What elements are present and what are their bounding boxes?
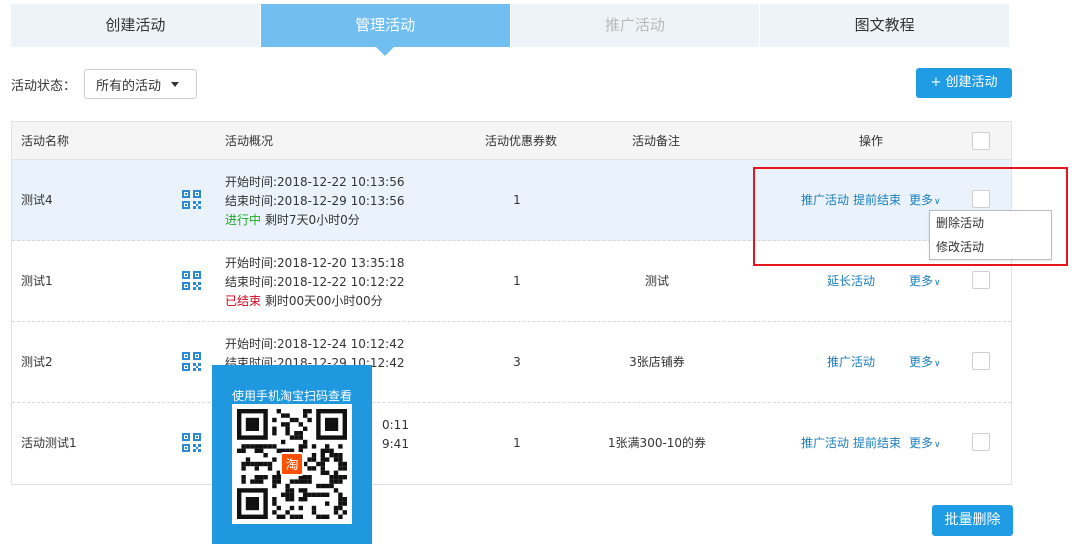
remaining-time: 剩时00天00小时00分 bbox=[264, 294, 383, 308]
create-activity-button[interactable]: + 创建活动 bbox=[916, 68, 1012, 98]
caret-down-icon bbox=[171, 81, 180, 87]
promote-activity-link[interactable]: 推广活动 bbox=[801, 160, 849, 241]
promote-activity-link[interactable]: 推广活动 bbox=[827, 322, 875, 403]
activity-remark: 1张满300-10的券 bbox=[607, 436, 707, 450]
status-select-value: 所有的活动 bbox=[96, 78, 162, 94]
activity-name: 测试1 bbox=[21, 274, 53, 288]
more-menu-toggle[interactable]: 更多∨ bbox=[909, 322, 941, 405]
header-remark: 活动备注 bbox=[632, 134, 681, 148]
activity-name: 测试2 bbox=[21, 355, 53, 369]
status-badge: 已结束 bbox=[225, 294, 262, 308]
status-filter: 活动状态： 所有的活动 bbox=[11, 69, 198, 99]
activity-summary: 0:11 9:41 bbox=[382, 416, 409, 454]
coupon-count: 1 bbox=[513, 193, 521, 207]
table-row: 测试2 开始时间:2018-12-24 10:12:42 结束时间:2018-1… bbox=[12, 322, 1011, 403]
row-checkbox[interactable] bbox=[972, 271, 990, 289]
start-time: 开始时间:2018-12-20 13:35:18 bbox=[225, 256, 405, 270]
row-checkbox[interactable] bbox=[972, 190, 990, 208]
promote-activity-link[interactable]: 推广活动 bbox=[801, 403, 849, 484]
qr-code-icon[interactable] bbox=[182, 433, 201, 452]
activity-remark: 3张店铺券 bbox=[629, 355, 685, 369]
activity-summary: 开始时间:2018-12-20 13:35:18 结束时间:2018-12-22… bbox=[225, 254, 405, 311]
header-name: 活动名称 bbox=[21, 134, 70, 148]
table-row: 测试4 开始时间:2018-12-22 10:13:56 结束时间:2018-1… bbox=[12, 160, 1011, 241]
header-count: 活动优惠券数 bbox=[485, 134, 558, 148]
qr-caption: 使用手机淘宝扫码查看 bbox=[231, 389, 352, 403]
header-ops: 操作 bbox=[859, 134, 884, 148]
qr-code-icon[interactable] bbox=[182, 352, 201, 371]
tab-create-activity[interactable]: 创建活动 bbox=[11, 4, 260, 47]
end-time: 结束时间:2018-12-29 10:13:56 bbox=[225, 194, 405, 208]
extend-activity-link[interactable]: 延长活动 bbox=[827, 241, 875, 322]
coupon-count: 1 bbox=[513, 436, 521, 450]
end-time: 结束时间:2018-12-22 10:12:22 bbox=[225, 275, 405, 289]
qr-code-popup: 使用手机淘宝扫码查看 淘 bbox=[212, 365, 372, 544]
qr-code-image: 淘 bbox=[232, 404, 352, 524]
more-dropdown-menu: 删除活动 修改活动 bbox=[929, 210, 1052, 260]
activity-name: 活动测试1 bbox=[21, 436, 77, 450]
more-label: 更多 bbox=[909, 193, 934, 207]
activity-name: 测试4 bbox=[21, 193, 53, 207]
table-row: 测试1 开始时间:2018-12-20 13:35:18 结束时间:2018-1… bbox=[12, 241, 1011, 322]
status-select[interactable]: 所有的活动 bbox=[84, 69, 198, 99]
delete-activity-menu-item[interactable]: 删除活动 bbox=[930, 211, 1051, 235]
table-row: 活动测试1 0:11 9:41 1 1张满300-10的券 推广活动 提前结束 … bbox=[12, 403, 1011, 484]
select-all-checkbox[interactable] bbox=[972, 132, 990, 150]
tab-promote-activity[interactable]: 推广活动 bbox=[510, 4, 760, 47]
remaining-time: 剩时7天0小时0分 bbox=[264, 213, 360, 227]
chevron-down-icon: ∨ bbox=[934, 440, 941, 450]
more-label: 更多 bbox=[909, 274, 934, 288]
coupon-count: 3 bbox=[513, 355, 521, 369]
batch-delete-button[interactable]: 批量删除 bbox=[932, 505, 1013, 536]
end-early-link[interactable]: 提前结束 bbox=[853, 403, 901, 484]
taobao-badge: 淘 bbox=[280, 452, 304, 476]
tab-tutorial[interactable]: 图文教程 bbox=[760, 4, 1009, 47]
row-checkbox[interactable] bbox=[972, 352, 990, 370]
qr-code-icon[interactable] bbox=[182, 271, 201, 290]
activity-summary: 开始时间:2018-12-22 10:13:56 结束时间:2018-12-29… bbox=[225, 173, 405, 230]
coupon-count: 1 bbox=[513, 274, 521, 288]
chevron-down-icon: ∨ bbox=[934, 359, 941, 369]
row-checkbox[interactable] bbox=[972, 433, 990, 451]
start-time: 开始时间:2018-12-24 10:12:42 bbox=[225, 337, 405, 351]
chevron-down-icon: ∨ bbox=[934, 278, 941, 288]
end-early-link[interactable]: 提前结束 bbox=[853, 160, 901, 241]
tab-manage-activity[interactable]: 管理活动 bbox=[260, 4, 510, 56]
status-filter-label: 活动状态： bbox=[11, 78, 77, 94]
status-badge: 进行中 bbox=[225, 213, 262, 227]
tab-bar: 创建活动 管理活动 推广活动 图文教程 bbox=[11, 4, 1009, 56]
more-menu-toggle[interactable]: 更多∨ bbox=[909, 403, 941, 486]
activity-remark: 测试 bbox=[644, 274, 669, 288]
end-time-tail: 9:41 bbox=[382, 437, 409, 451]
more-label: 更多 bbox=[909, 436, 934, 450]
start-time-tail: 0:11 bbox=[382, 418, 409, 432]
table-header: 活动名称 活动概况 活动优惠券数 活动备注 操作 bbox=[12, 122, 1011, 160]
header-summary: 活动概况 bbox=[225, 134, 274, 148]
start-time: 开始时间:2018-12-22 10:13:56 bbox=[225, 175, 405, 189]
activity-table: 活动名称 活动概况 活动优惠券数 活动备注 操作 测试4 开始时间:2018-1… bbox=[11, 121, 1012, 485]
qr-code-icon[interactable] bbox=[182, 190, 201, 209]
edit-activity-menu-item[interactable]: 修改活动 bbox=[930, 235, 1051, 259]
more-label: 更多 bbox=[909, 355, 934, 369]
chevron-down-icon: ∨ bbox=[934, 197, 941, 207]
